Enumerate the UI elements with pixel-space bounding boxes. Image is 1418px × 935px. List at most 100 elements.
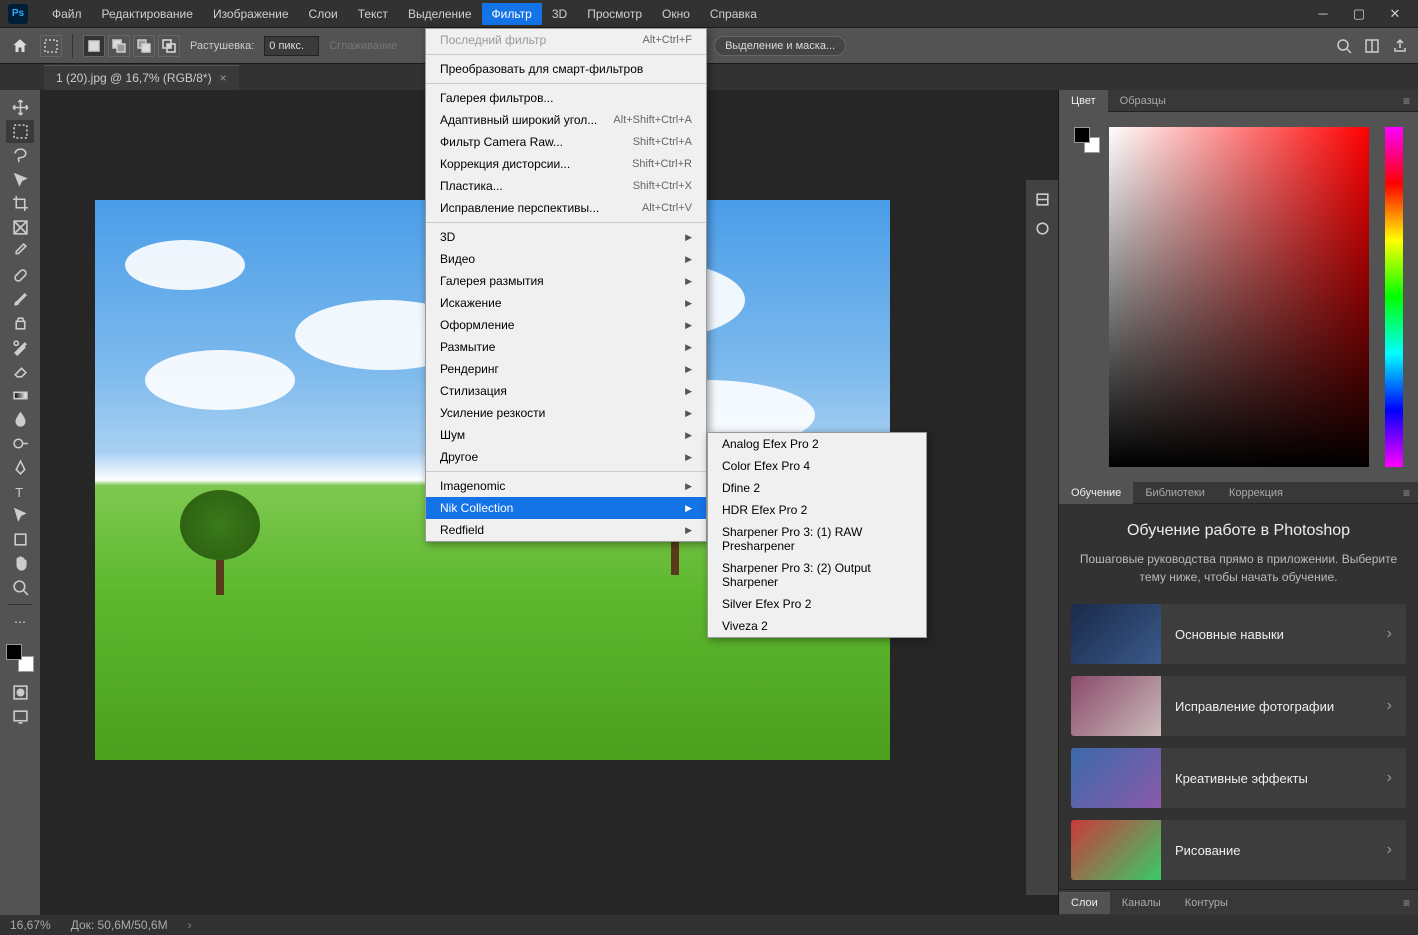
crop-tool[interactable] — [6, 192, 34, 215]
move-tool[interactable] — [6, 96, 34, 119]
hand-tool[interactable] — [6, 552, 34, 575]
history-brush-tool[interactable] — [6, 336, 34, 359]
nik-viveza[interactable]: Viveza 2 — [708, 615, 926, 637]
menu-plugin-imagenomic[interactable]: Imagenomic▶ — [426, 475, 706, 497]
learn-card[interactable]: Основные навыки › — [1071, 604, 1406, 664]
nik-analog-efex[interactable]: Analog Efex Pro 2 — [708, 433, 926, 455]
search-icon[interactable] — [1336, 38, 1352, 54]
path-select-tool[interactable] — [6, 504, 34, 527]
color-field[interactable] — [1109, 127, 1369, 467]
frame-tool[interactable] — [6, 216, 34, 239]
tab-swatches[interactable]: Образцы — [1108, 90, 1178, 112]
menu-sub-sharpen[interactable]: Усиление резкости▶ — [426, 402, 706, 424]
window-maximize-icon[interactable]: ▢ — [1350, 7, 1368, 21]
hue-slider[interactable] — [1385, 127, 1403, 467]
pen-tool[interactable] — [6, 456, 34, 479]
nik-hdr-efex[interactable]: HDR Efex Pro 2 — [708, 499, 926, 521]
panel-icon-2[interactable] — [1028, 217, 1056, 240]
clone-tool[interactable] — [6, 312, 34, 335]
color-panel-swatches[interactable] — [1074, 127, 1100, 153]
nik-dfine[interactable]: Dfine 2 — [708, 477, 926, 499]
nik-sharpener-raw[interactable]: Sharpener Pro 3: (1) RAW Presharpener — [708, 521, 926, 557]
lasso-tool[interactable] — [6, 144, 34, 167]
select-and-mask-button[interactable]: Выделение и маска... — [714, 36, 846, 56]
menu-sub-video[interactable]: Видео▶ — [426, 248, 706, 270]
tab-color[interactable]: Цвет — [1059, 90, 1108, 112]
panel-icon-1[interactable] — [1028, 188, 1056, 211]
blur-tool[interactable] — [6, 408, 34, 431]
home-icon[interactable] — [10, 37, 30, 55]
color-swatches[interactable] — [6, 644, 34, 672]
menu-select[interactable]: Выделение — [398, 3, 482, 25]
close-icon[interactable]: × — [220, 71, 227, 85]
quick-select-tool[interactable] — [6, 168, 34, 191]
edit-toolbar-icon[interactable]: ⋯ — [6, 610, 34, 633]
menu-sub-3d[interactable]: 3D▶ — [426, 226, 706, 248]
menu-sub-distort[interactable]: Искажение▶ — [426, 292, 706, 314]
menu-plugin-nik[interactable]: Nik Collection▶ — [426, 497, 706, 519]
marquee-tool-icon[interactable] — [40, 35, 62, 57]
menu-liquify[interactable]: Пластика...Shift+Ctrl+X — [426, 175, 706, 197]
healing-tool[interactable] — [6, 264, 34, 287]
panel-menu-icon[interactable]: ≡ — [1395, 94, 1418, 108]
screenmode-tool[interactable] — [6, 705, 34, 728]
menu-3d[interactable]: 3D — [542, 3, 577, 25]
menu-last-filter[interactable]: Последний фильтрAlt+Ctrl+F — [426, 29, 706, 51]
foreground-swatch[interactable] — [6, 644, 22, 660]
menu-layers[interactable]: Слои — [299, 3, 348, 25]
learn-card[interactable]: Исправление фотографии › — [1071, 676, 1406, 736]
window-minimize-icon[interactable]: ─ — [1314, 7, 1332, 21]
menu-sub-blur-gallery[interactable]: Галерея размытия▶ — [426, 270, 706, 292]
selection-intersect-icon[interactable] — [158, 35, 180, 57]
menu-sub-blur[interactable]: Размытие▶ — [426, 336, 706, 358]
zoom-tool[interactable] — [6, 576, 34, 599]
tab-learn[interactable]: Обучение — [1059, 482, 1133, 504]
menu-window[interactable]: Окно — [652, 3, 700, 25]
menu-view[interactable]: Просмотр — [577, 3, 652, 25]
menu-image[interactable]: Изображение — [203, 3, 299, 25]
menu-file[interactable]: Файл — [42, 3, 92, 25]
feather-input[interactable] — [264, 36, 319, 56]
menu-sub-pixelate[interactable]: Оформление▶ — [426, 314, 706, 336]
workspace-icon[interactable] — [1364, 38, 1380, 54]
brush-tool[interactable] — [6, 288, 34, 311]
dodge-tool[interactable] — [6, 432, 34, 455]
tab-adjustments[interactable]: Коррекция — [1217, 482, 1295, 504]
selection-subtract-icon[interactable] — [133, 35, 155, 57]
menu-convert-smart[interactable]: Преобразовать для смарт-фильтров — [426, 58, 706, 80]
gradient-tool[interactable] — [6, 384, 34, 407]
menu-sub-noise[interactable]: Шум▶ — [426, 424, 706, 446]
nik-sharpener-output[interactable]: Sharpener Pro 3: (2) Output Sharpener — [708, 557, 926, 593]
selection-add-icon[interactable] — [108, 35, 130, 57]
tab-channels[interactable]: Каналы — [1110, 892, 1173, 914]
document-tab[interactable]: 1 (20).jpg @ 16,7% (RGB/8*) × — [44, 65, 239, 90]
eraser-tool[interactable] — [6, 360, 34, 383]
panel-menu-icon[interactable]: ≡ — [1395, 896, 1418, 910]
nik-silver-efex[interactable]: Silver Efex Pro 2 — [708, 593, 926, 615]
menu-wide-angle[interactable]: Адаптивный широкий угол...Alt+Shift+Ctrl… — [426, 109, 706, 131]
tab-libraries[interactable]: Библиотеки — [1133, 482, 1217, 504]
doc-size[interactable]: Док: 50,6M/50,6M — [71, 918, 168, 932]
menu-camera-raw[interactable]: Фильтр Camera Raw...Shift+Ctrl+A — [426, 131, 706, 153]
eyedropper-tool[interactable] — [6, 240, 34, 263]
menu-filter[interactable]: Фильтр — [482, 3, 542, 25]
menu-text[interactable]: Текст — [348, 3, 398, 25]
menu-edit[interactable]: Редактирование — [92, 3, 203, 25]
tab-layers[interactable]: Слои — [1059, 892, 1110, 914]
tab-paths[interactable]: Контуры — [1173, 892, 1240, 914]
marquee-tool[interactable] — [6, 120, 34, 143]
learn-card[interactable]: Креативные эффекты › — [1071, 748, 1406, 808]
selection-new-icon[interactable] — [83, 35, 105, 57]
menu-sub-render[interactable]: Рендеринг▶ — [426, 358, 706, 380]
menu-sub-stylize[interactable]: Стилизация▶ — [426, 380, 706, 402]
menu-help[interactable]: Справка — [700, 3, 767, 25]
menu-filter-gallery[interactable]: Галерея фильтров... — [426, 87, 706, 109]
learn-card[interactable]: Рисование › — [1071, 820, 1406, 880]
panel-menu-icon[interactable]: ≡ — [1395, 486, 1418, 500]
menu-sub-other[interactable]: Другое▶ — [426, 446, 706, 468]
menu-lens-correction[interactable]: Коррекция дисторсии...Shift+Ctrl+R — [426, 153, 706, 175]
share-icon[interactable] — [1392, 38, 1408, 54]
shape-tool[interactable] — [6, 528, 34, 551]
nik-color-efex[interactable]: Color Efex Pro 4 — [708, 455, 926, 477]
menu-vanishing-point[interactable]: Исправление перспективы...Alt+Ctrl+V — [426, 197, 706, 219]
